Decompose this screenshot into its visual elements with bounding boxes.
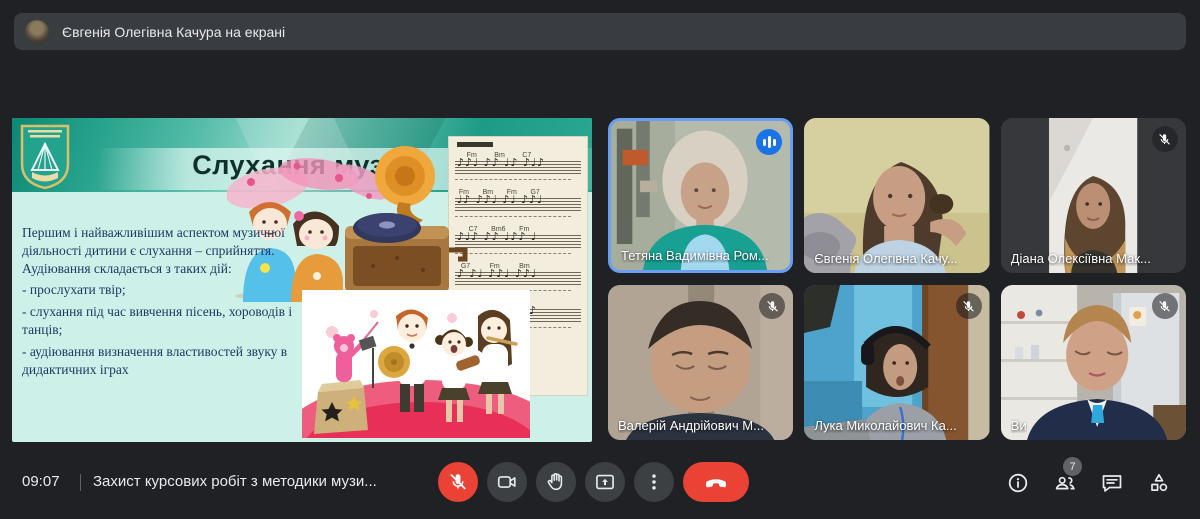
mic-off-icon xyxy=(955,293,982,319)
clock: 09:07 xyxy=(22,473,60,490)
shared-screen-presentation: Слухання музики Першим і найважливішим а… xyxy=(12,118,592,442)
mic-off-icon xyxy=(450,474,466,490)
slide-bullet: - прослухати твір; xyxy=(22,282,126,298)
participant-name: Лука Миколайович Ка... xyxy=(814,418,957,433)
participant-tile-4[interactable]: Валерій Андрійович М... xyxy=(608,285,794,440)
participant-tile-5[interactable]: Лука Миколайович Ка... xyxy=(804,285,990,440)
participant-name: Євгенія Олегівна Качу... xyxy=(814,251,958,266)
participants-panel-button[interactable]: 7 xyxy=(1052,457,1082,496)
slide-bullet: - слухання під час вивчення пісень, хоро… xyxy=(22,304,293,338)
participant-tile-self[interactable]: Ви xyxy=(1000,285,1186,440)
chat-icon xyxy=(1102,475,1122,492)
present-screen-icon xyxy=(596,474,614,490)
call-controls xyxy=(438,462,749,502)
chat-panel-button[interactable] xyxy=(1099,470,1125,496)
present-screen-button[interactable] xyxy=(585,462,625,502)
meeting-title: Захист курсових робіт з методики музи... xyxy=(93,473,377,490)
participant-name: Ви xyxy=(1010,418,1027,433)
end-call-button[interactable] xyxy=(683,462,749,502)
slide-bullet: - аудіювання визначення властивостей зву… xyxy=(22,343,288,377)
meeting-details-button[interactable] xyxy=(1005,470,1031,496)
participant-name: Тетяна Вадимівна Ром... xyxy=(621,248,769,263)
camera-icon xyxy=(497,476,516,488)
presenter-avatar xyxy=(25,19,49,44)
control-bar: 09:07 Захист курсових робіт з методики м… xyxy=(0,449,1200,519)
mic-off-icon xyxy=(1151,293,1178,319)
more-options-button[interactable] xyxy=(634,462,674,502)
camera-toggle-button[interactable] xyxy=(487,462,527,502)
presenting-banner-text: Євгенія Олегівна Качура на екрані xyxy=(62,23,286,40)
meet-window: Євгенія Олегівна Качура на екрані Слухан… xyxy=(0,0,1200,519)
participants-count-badge: 7 xyxy=(1063,457,1082,476)
participant-tile-1[interactable]: Тетяна Вадимівна Ром... xyxy=(608,118,794,273)
activities-icon xyxy=(1151,473,1168,492)
activities-panel-button[interactable] xyxy=(1146,470,1172,496)
info-icon xyxy=(1008,473,1028,493)
university-logo xyxy=(20,124,70,190)
more-options-icon xyxy=(652,474,656,490)
participant-name: Валерій Андрійович М... xyxy=(618,418,764,433)
end-call-icon xyxy=(706,479,726,488)
divider xyxy=(80,474,81,491)
slide-paragraph: Першим і найважливішим аспектом музичної… xyxy=(22,225,285,276)
participant-tile-2[interactable]: Євгенія Олегівна Качу... xyxy=(804,118,990,273)
mic-toggle-button[interactable] xyxy=(438,462,478,502)
participant-name: Діана Олексіївна Мак... xyxy=(1010,251,1151,266)
participant-video xyxy=(804,118,990,273)
raise-hand-icon xyxy=(547,473,563,491)
slide-body-text: Першим і найважливішим аспектом музичної… xyxy=(22,224,302,379)
meeting-panels: 7 xyxy=(1005,457,1172,496)
mic-off-icon xyxy=(1151,126,1178,152)
children-orchestra-illustration xyxy=(302,290,530,438)
raise-hand-button[interactable] xyxy=(536,462,576,502)
participant-tile-3[interactable]: Діана Олексіївна Мак... xyxy=(1000,118,1186,273)
participant-grid: Тетяна Вадимівна Ром... Євгенія Олегівна… xyxy=(608,118,1186,440)
presenting-banner: Євгенія Олегівна Качура на екрані xyxy=(14,13,1186,50)
